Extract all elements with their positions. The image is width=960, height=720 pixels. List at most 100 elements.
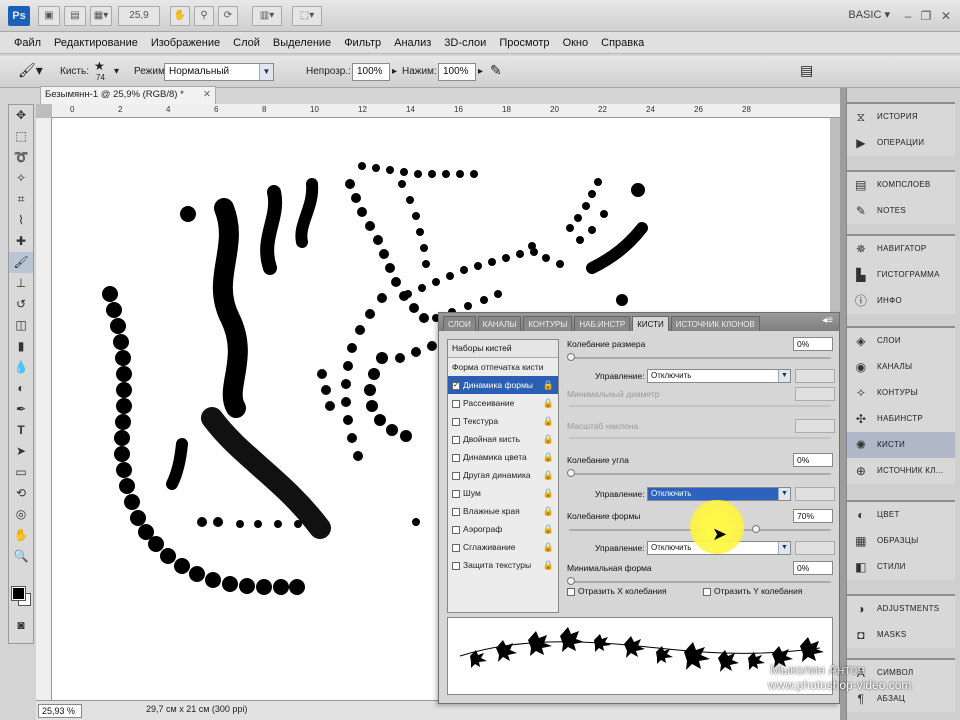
3d-rotate-tool-icon[interactable]: ⟲ [9, 483, 33, 504]
flip-x-jitter-option[interactable]: Отразить X колебания [567, 586, 667, 596]
flow-input[interactable]: 100% [438, 63, 476, 81]
dock-item-tool-presets[interactable]: ✣ НАБИНСТР [847, 406, 955, 432]
dock-item-layer-comps[interactable]: ▤ КОМПСЛОЕВ [847, 172, 955, 198]
lock-icon[interactable]: 🔒 [543, 394, 554, 412]
brush-tool-icon[interactable]: 🖌 [9, 252, 33, 273]
lasso-tool-icon[interactable]: ➰ [9, 147, 33, 168]
checkbox[interactable] [452, 399, 460, 408]
lock-icon[interactable]: 🔒 [543, 520, 554, 538]
menu-image[interactable]: Изображение [151, 37, 220, 49]
lock-icon[interactable]: 🔒 [543, 502, 554, 520]
shape-tool-icon[interactable]: ▭ [9, 462, 33, 483]
tab-layers[interactable]: СЛОИ [443, 316, 476, 331]
dock-item-color[interactable]: ◐ ЦВЕТ [847, 502, 955, 528]
list-item[interactable]: Другая динамика 🔒 [448, 466, 558, 484]
checkbox[interactable] [452, 543, 460, 552]
bridge-button[interactable]: ▣ [38, 6, 60, 26]
crop-tool-icon[interactable]: ⌗ [9, 189, 33, 210]
checkbox[interactable] [703, 587, 711, 596]
menu-layer[interactable]: Слой [233, 37, 260, 49]
eraser-tool-icon[interactable]: ◫ [9, 315, 33, 336]
flow-slider-arrow-icon[interactable]: ▸ [478, 66, 483, 77]
menu-file[interactable]: Файл [14, 37, 41, 49]
slider-knob[interactable] [752, 525, 760, 533]
brush-tool-preset-icon[interactable]: 🖌▾ [18, 62, 43, 79]
brush-preset-picker[interactable]: ★ [94, 59, 105, 73]
lock-icon[interactable]: 🔒 [543, 430, 554, 448]
lock-icon[interactable]: 🔒 [543, 484, 554, 502]
min-roundness-input[interactable]: 0% [793, 561, 833, 575]
hand-tool-icon[interactable]: ✋ [170, 6, 190, 26]
workspace-switcher[interactable]: BASIC ▾ [848, 8, 890, 21]
min-roundness-slider[interactable] [567, 577, 831, 585]
slider-knob[interactable] [567, 577, 575, 585]
zoom-tool-icon[interactable]: 🔍 [9, 546, 33, 567]
list-item[interactable]: ✓ Динамика формы 🔒 [448, 376, 558, 394]
dock-item-brushes[interactable]: ✺ КИСТИ [847, 432, 955, 458]
menu-window[interactable]: Окно [563, 37, 589, 49]
screen-mode-button[interactable]: ⬚▾ [292, 6, 322, 26]
list-item[interactable]: Аэрограф 🔒 [448, 520, 558, 538]
menu-view[interactable]: Просмотр [499, 37, 549, 49]
lock-icon[interactable]: 🔒 [543, 556, 554, 574]
angle-jitter-input[interactable]: 0% [793, 453, 833, 467]
gradient-tool-icon[interactable]: ▮ [9, 336, 33, 357]
airbrush-icon[interactable]: ✎ [490, 62, 502, 79]
marquee-tool-icon[interactable]: ⬚ [9, 126, 33, 147]
lock-icon[interactable]: 🔒 [543, 466, 554, 484]
minimize-icon[interactable]: – [900, 8, 916, 24]
menu-edit[interactable]: Редактирование [54, 37, 138, 49]
checkbox[interactable] [567, 587, 575, 596]
minibridge-button[interactable]: ▤ [64, 6, 86, 26]
dodge-tool-icon[interactable]: ◐ [9, 378, 33, 399]
angle-jitter-slider[interactable] [567, 469, 831, 477]
size-control-select[interactable]: Отключить ▼ [647, 369, 791, 383]
list-item[interactable]: Шум 🔒 [448, 484, 558, 502]
brush-presets-button[interactable]: Наборы кистей [448, 340, 558, 358]
checkbox[interactable] [452, 453, 460, 462]
slider-knob[interactable] [567, 469, 575, 477]
lock-icon[interactable]: 🔒 [543, 376, 554, 394]
list-item[interactable]: Сглаживание 🔒 [448, 538, 558, 556]
healing-tool-icon[interactable]: ✚ [9, 231, 33, 252]
tab-brushes[interactable]: КИСТИ [632, 316, 669, 331]
brush-tip-shape-item[interactable]: Форма отпечатка кисти [448, 358, 558, 376]
slider-knob[interactable] [567, 353, 575, 361]
flip-y-jitter-option[interactable]: Отразить Y колебания [703, 586, 802, 596]
list-item[interactable]: Динамика цвета 🔒 [448, 448, 558, 466]
size-jitter-slider[interactable] [567, 353, 831, 361]
list-item[interactable]: Рассеивание 🔒 [448, 394, 558, 412]
menu-3d[interactable]: 3D-слои [444, 37, 486, 49]
dock-item-notes[interactable]: ✎ NOTES [847, 198, 955, 224]
rotate-view-icon[interactable]: ⟳ [218, 6, 238, 26]
list-item[interactable]: Текстура 🔒 [448, 412, 558, 430]
dock-item-masks[interactable]: ◘ MASKS [847, 622, 955, 648]
size-jitter-input[interactable]: 0% [793, 337, 833, 351]
view-extras-button[interactable]: ▦▾ [90, 6, 112, 26]
quick-mask-icon[interactable]: ◙ [9, 615, 33, 636]
dock-item-styles[interactable]: ◧ СТИЛИ [847, 554, 955, 580]
3d-orbit-tool-icon[interactable]: ◎ [9, 504, 33, 525]
clone-stamp-tool-icon[interactable]: ⊥ [9, 273, 33, 294]
list-item[interactable]: Влажные края 🔒 [448, 502, 558, 520]
dock-item-actions[interactable]: ▶ ОПЕРАЦИИ [847, 130, 955, 156]
dock-item-adjustments[interactable]: ◑ ADJUSTMENTS [847, 596, 955, 622]
quick-select-tool-icon[interactable]: ✧ [9, 168, 33, 189]
hand-tool-icon[interactable]: ✋ [9, 525, 33, 546]
opacity-slider-arrow-icon[interactable]: ▸ [392, 66, 397, 77]
lock-icon[interactable]: 🔒 [543, 538, 554, 556]
dock-item-swatches[interactable]: ▦ ОБРАЗЦЫ [847, 528, 955, 554]
toggle-brush-panel-icon[interactable]: ▤ [800, 62, 813, 79]
eyedropper-tool-icon[interactable]: ⌇ [9, 210, 33, 231]
menu-select[interactable]: Выделение [273, 37, 331, 49]
checkbox[interactable] [452, 471, 460, 480]
history-brush-tool-icon[interactable]: ↺ [9, 294, 33, 315]
zoom-tool-icon[interactable]: ⚲ [194, 6, 214, 26]
lock-icon[interactable]: 🔒 [543, 412, 554, 430]
checkbox[interactable] [452, 525, 460, 534]
checkbox[interactable] [452, 417, 460, 426]
dock-item-history[interactable]: ⧖ ИСТОРИЯ [847, 104, 955, 130]
panel-menu-icon[interactable]: ◂≡ [822, 315, 833, 326]
lock-icon[interactable]: 🔒 [543, 448, 554, 466]
roundness-jitter-input[interactable]: 70% [793, 509, 833, 523]
